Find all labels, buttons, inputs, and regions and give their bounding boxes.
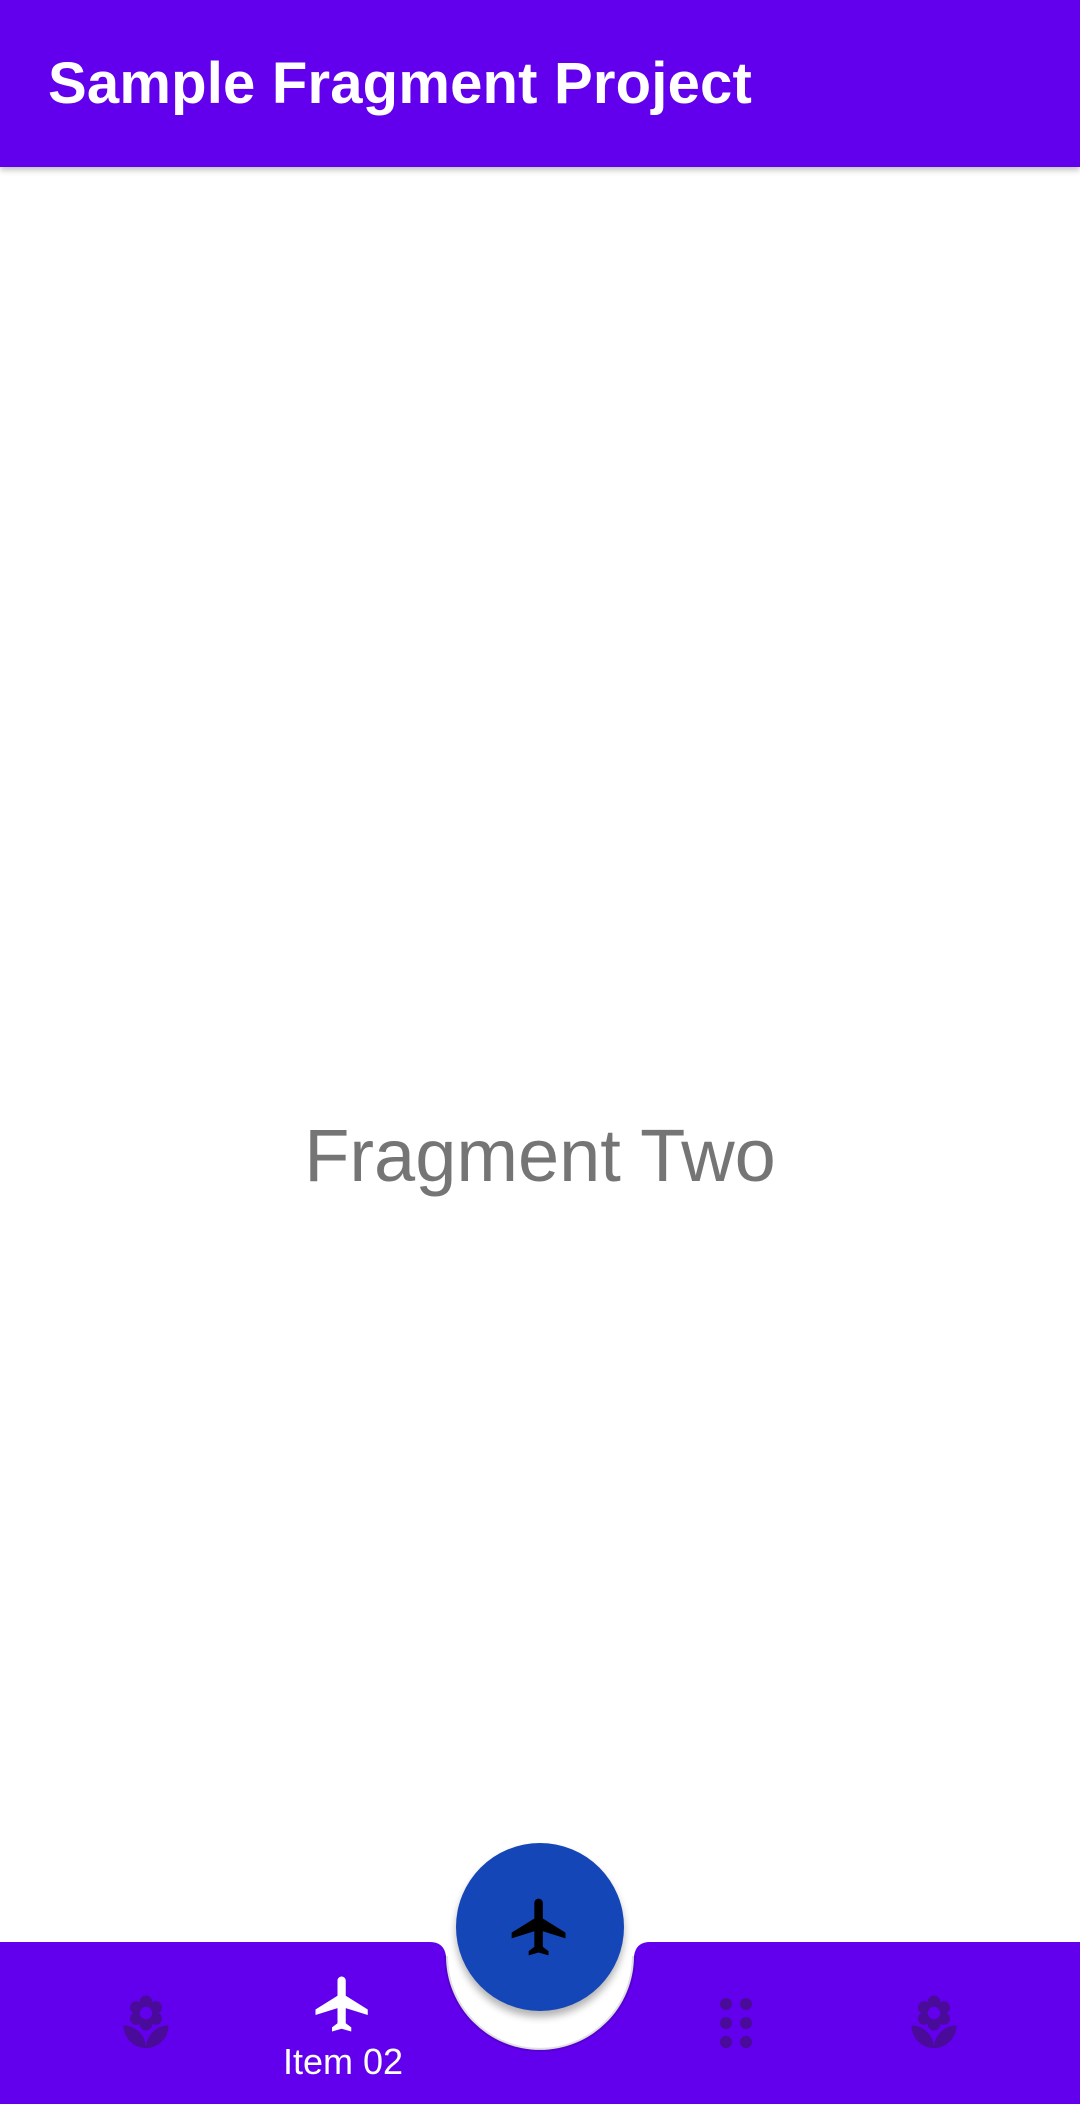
dots-grid-icon — [720, 1998, 752, 2048]
app-bar: Sample Fragment Project — [0, 0, 1080, 167]
flower-icon — [911, 1995, 957, 2048]
fragment-label: Fragment Two — [304, 1114, 776, 1197]
flower-icon — [123, 1995, 169, 2048]
nav-item-3[interactable] — [636, 1942, 836, 2104]
nav-item-1[interactable] — [46, 1942, 246, 2104]
page-title: Sample Fragment Project — [48, 51, 753, 116]
floating-action-button[interactable] — [456, 1843, 624, 2011]
airplane-icon — [511, 1898, 566, 1956]
fragment-content: Fragment Two — [0, 167, 1080, 1942]
nav-item-4[interactable] — [834, 1942, 1034, 2104]
nav-item-2[interactable]: Item 02 — [243, 1942, 443, 2104]
nav-item-label: Item 02 — [282, 2041, 404, 2082]
airplane-icon — [315, 1976, 368, 2032]
screen: Sample Fragment Project Fragment Two Ite… — [0, 0, 1080, 2104]
